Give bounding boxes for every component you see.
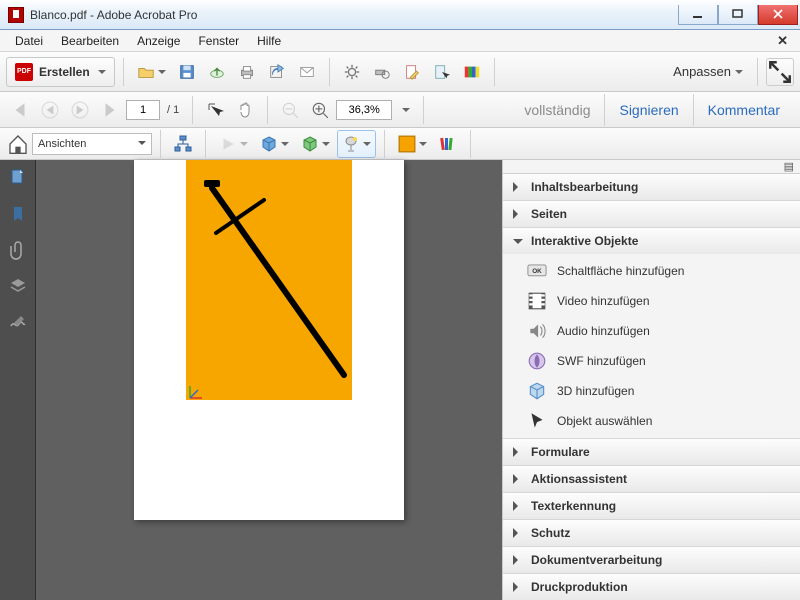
email-button[interactable]: [293, 58, 321, 86]
add-button-tool[interactable]: OK Schaltfläche hinzufügen: [527, 262, 788, 280]
cloud-button[interactable]: [203, 58, 231, 86]
color-fill-icon[interactable]: [393, 130, 432, 158]
open-button[interactable]: [132, 58, 171, 86]
selection-tool-icon[interactable]: [201, 96, 229, 124]
toolbar-views: Ansichten: [0, 128, 800, 160]
views-combo[interactable]: Ansichten: [32, 133, 152, 155]
share-button[interactable]: [263, 58, 291, 86]
customize-dropdown[interactable]: Anpassen: [667, 64, 749, 79]
section-interaktive-objekte[interactable]: Interaktive Objekte: [503, 228, 800, 254]
page-number-input[interactable]: [126, 100, 160, 120]
attachments-icon[interactable]: [8, 240, 28, 260]
add-swf-tool[interactable]: SWF hinzufügen: [527, 352, 788, 370]
prev-page-button[interactable]: [36, 96, 64, 124]
bookmarks-icon[interactable]: [8, 204, 28, 224]
page-sheet: [134, 160, 404, 520]
lamp-icon[interactable]: [337, 130, 376, 158]
layers-icon[interactable]: [8, 276, 28, 296]
print-settings-icon[interactable]: [368, 58, 396, 86]
play-icon[interactable]: [214, 130, 253, 158]
document-canvas[interactable]: [36, 160, 502, 600]
navigation-pane: [0, 160, 36, 600]
maximize-button[interactable]: [718, 5, 758, 25]
axis-marker-icon: [188, 382, 206, 400]
menu-fenster[interactable]: Fenster: [189, 32, 248, 50]
hand-tool-icon[interactable]: [231, 96, 259, 124]
section-druckproduktion[interactable]: Druckproduktion: [503, 574, 800, 600]
add-video-tool[interactable]: Video hinzufügen: [527, 292, 788, 310]
zoom-dropdown[interactable]: [394, 96, 415, 124]
first-page-button[interactable]: [6, 96, 34, 124]
close-button[interactable]: [758, 5, 798, 25]
cube-3d-icon: [527, 382, 547, 400]
section-seiten[interactable]: Seiten: [503, 201, 800, 227]
link-signieren[interactable]: Signieren: [604, 94, 692, 126]
create-label: Erstellen: [39, 65, 90, 79]
menu-hilfe[interactable]: Hilfe: [248, 32, 290, 50]
cursor-icon: [527, 412, 547, 430]
section-formulare[interactable]: Formulare: [503, 439, 800, 465]
color-swatches-icon[interactable]: [458, 58, 486, 86]
books-icon[interactable]: [434, 130, 462, 158]
menu-bar: Datei Bearbeiten Anzeige Fenster Hilfe ✕: [0, 30, 800, 52]
signatures-icon[interactable]: [8, 312, 28, 332]
fullscreen-button[interactable]: [766, 58, 794, 86]
svg-text:OK: OK: [532, 268, 542, 275]
main-area: ▤ Inhaltsbearbeitung Seiten Interaktive …: [0, 160, 800, 600]
add-3d-tool[interactable]: 3D hinzufügen: [527, 382, 788, 400]
toolbar-primary: PDF Erstellen Anpassen: [0, 52, 800, 92]
film-icon: [527, 292, 547, 310]
menu-datei[interactable]: Datei: [6, 32, 52, 50]
add-audio-tool[interactable]: Audio hinzufügen: [527, 322, 788, 340]
page-total-label: / 1: [162, 104, 184, 116]
minimize-button[interactable]: [678, 5, 718, 25]
cube-green-icon[interactable]: [296, 130, 335, 158]
create-button[interactable]: PDF Erstellen: [6, 57, 115, 87]
menu-anzeige[interactable]: Anzeige: [128, 32, 189, 50]
toolbar-navigation: / 1 vollständig Signieren Kommentar: [0, 92, 800, 128]
zoom-level-input[interactable]: [336, 100, 392, 120]
section-schutz[interactable]: Schutz: [503, 520, 800, 546]
link-vollstaendig[interactable]: vollständig: [510, 94, 604, 126]
thumbnails-icon[interactable]: [8, 168, 28, 188]
ok-button-icon: OK: [527, 262, 547, 280]
zoom-in-button[interactable]: [306, 96, 334, 124]
section-body: OK Schaltfläche hinzufügen Video hinzufü…: [503, 254, 800, 438]
menu-bearbeiten[interactable]: Bearbeiten: [52, 32, 128, 50]
sword-graphic: [194, 170, 354, 390]
print-button[interactable]: [233, 58, 261, 86]
window-title: Blanco.pdf - Adobe Acrobat Pro: [30, 8, 678, 22]
close-document-button[interactable]: ✕: [771, 33, 794, 49]
swf-icon: [527, 352, 547, 370]
speaker-icon: [527, 322, 547, 340]
pdf-icon: PDF: [15, 63, 33, 81]
select-tool-icon[interactable]: [428, 58, 456, 86]
home-icon[interactable]: [6, 132, 30, 156]
last-page-button[interactable]: [96, 96, 124, 124]
window-titlebar: Blanco.pdf - Adobe Acrobat Pro: [0, 0, 800, 30]
acrobat-app-icon: [8, 7, 24, 23]
next-page-button[interactable]: [66, 96, 94, 124]
tools-panel: ▤ Inhaltsbearbeitung Seiten Interaktive …: [502, 160, 800, 600]
edit-object-icon[interactable]: [398, 58, 426, 86]
panel-options-icon[interactable]: ▤: [503, 160, 800, 174]
save-button[interactable]: [173, 58, 201, 86]
select-object-tool[interactable]: Objekt auswählen: [527, 412, 788, 430]
hierarchy-icon[interactable]: [169, 130, 197, 158]
cube-blue-icon[interactable]: [255, 130, 294, 158]
zoom-out-button[interactable]: [276, 96, 304, 124]
section-inhaltsbearbeitung[interactable]: Inhaltsbearbeitung: [503, 174, 800, 200]
settings-icon[interactable]: [338, 58, 366, 86]
section-aktionsassistent[interactable]: Aktionsassistent: [503, 466, 800, 492]
link-kommentar[interactable]: Kommentar: [693, 94, 794, 126]
section-texterkennung[interactable]: Texterkennung: [503, 493, 800, 519]
section-dokumentverarbeitung[interactable]: Dokumentverarbeitung: [503, 547, 800, 573]
